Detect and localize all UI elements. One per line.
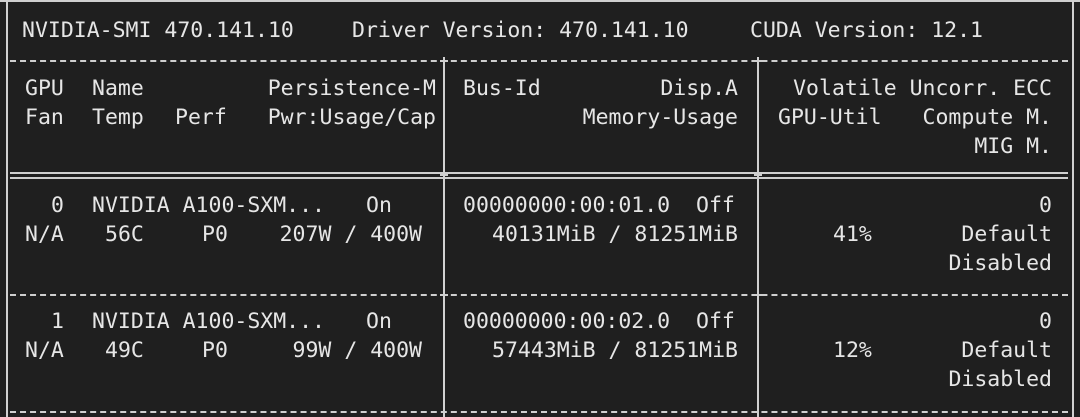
gpu-persistence: On	[366, 309, 392, 334]
gpu-util: 41%	[833, 222, 872, 247]
gpu1-row-2: N/A 49C P0 99W / 400W 57443MiB / 81251Mi…	[0, 336, 1080, 365]
column-divider	[757, 62, 759, 417]
gpu-fan: N/A	[25, 222, 64, 247]
gpu-perf: P0	[202, 338, 228, 363]
gpu-temp: 56C	[105, 222, 144, 247]
gpu-perf: P0	[202, 222, 228, 247]
gpu-fan: N/A	[25, 338, 64, 363]
table-top-border	[0, 0, 1080, 2]
col-mig-mode: MIG M.	[974, 134, 1052, 159]
column-header-row-1: GPU Name Persistence-M Bus-Id Disp.A Vol…	[0, 74, 1080, 103]
col-gpu: GPU	[25, 76, 64, 101]
cuda-version: CUDA Version: 12.1	[750, 18, 983, 43]
gpu-compute-mode: Default	[961, 222, 1052, 247]
gpu-memory: 40131MiB / 81251MiB	[492, 222, 738, 247]
gpu-memory: 57443MiB / 81251MiB	[492, 338, 738, 363]
gpu-bus-id: 00000000:00:02.0	[463, 309, 671, 334]
col-perf: Perf	[175, 105, 227, 130]
driver-version: Driver Version: 470.141.10	[352, 18, 689, 43]
gpu1-row-1: 1 NVIDIA A100-SXM... On 00000000:00:02.0…	[0, 307, 1080, 336]
col-memory-usage: Memory-Usage	[582, 105, 738, 130]
gpu-mig-mode: Disabled	[948, 367, 1052, 392]
gpu-separator	[10, 294, 1068, 296]
col-bus-id: Bus-Id	[463, 76, 541, 101]
gpu-bus-id: 00000000:00:01.0	[463, 193, 671, 218]
table-bottom-border	[10, 411, 1068, 413]
col-volatile-ecc: Volatile Uncorr. ECC	[793, 76, 1052, 101]
col-fan: Fan	[25, 105, 64, 130]
col-disp: Disp.A	[660, 76, 738, 101]
col-compute-mode: Compute M.	[922, 105, 1052, 130]
gpu0-row-3: Disabled	[0, 249, 1080, 278]
col-name: Name	[92, 76, 144, 101]
column-header-row-3: MIG M.	[0, 132, 1080, 161]
gpu-name: NVIDIA A100-SXM...	[92, 193, 325, 218]
col-gpu-util: GPU-Util	[778, 105, 882, 130]
gpu-util: 12%	[833, 338, 872, 363]
header-double-separator	[10, 172, 1068, 179]
header-separator	[10, 60, 1068, 62]
gpu-compute-mode: Default	[961, 338, 1052, 363]
col-temp: Temp	[92, 105, 144, 130]
gpu-index: 0	[51, 193, 64, 218]
gpu-ecc: 0	[1039, 193, 1052, 218]
smi-version: NVIDIA-SMI 470.141.10	[22, 18, 294, 43]
gpu-power: 207W / 400W	[279, 222, 422, 247]
gpu-ecc: 0	[1039, 309, 1052, 334]
gpu0-row-1: 0 NVIDIA A100-SXM... On 00000000:00:01.0…	[0, 191, 1080, 220]
column-divider	[443, 62, 445, 417]
col-persistence: Persistence-M	[267, 76, 436, 101]
gpu0-row-2: N/A 56C P0 207W / 400W 40131MiB / 81251M…	[0, 220, 1080, 249]
gpu-persistence: On	[366, 193, 392, 218]
gpu-disp: Off	[696, 309, 735, 334]
gpu-name: NVIDIA A100-SXM...	[92, 309, 325, 334]
gpu-mig-mode: Disabled	[948, 251, 1052, 276]
gpu-disp: Off	[696, 193, 735, 218]
gpu-temp: 49C	[105, 338, 144, 363]
gpu-power: 99W / 400W	[292, 338, 422, 363]
terminal-window: NVIDIA-SMI 470.141.10 Driver Version: 47…	[0, 0, 1080, 417]
smi-header-row: NVIDIA-SMI 470.141.10 Driver Version: 47…	[0, 16, 1080, 45]
col-pwr: Pwr:Usage/Cap	[267, 105, 436, 130]
column-header-row-2: Fan Temp Perf Pwr:Usage/Cap Memory-Usage…	[0, 103, 1080, 132]
gpu1-row-3: Disabled	[0, 365, 1080, 394]
gpu-index: 1	[51, 309, 64, 334]
